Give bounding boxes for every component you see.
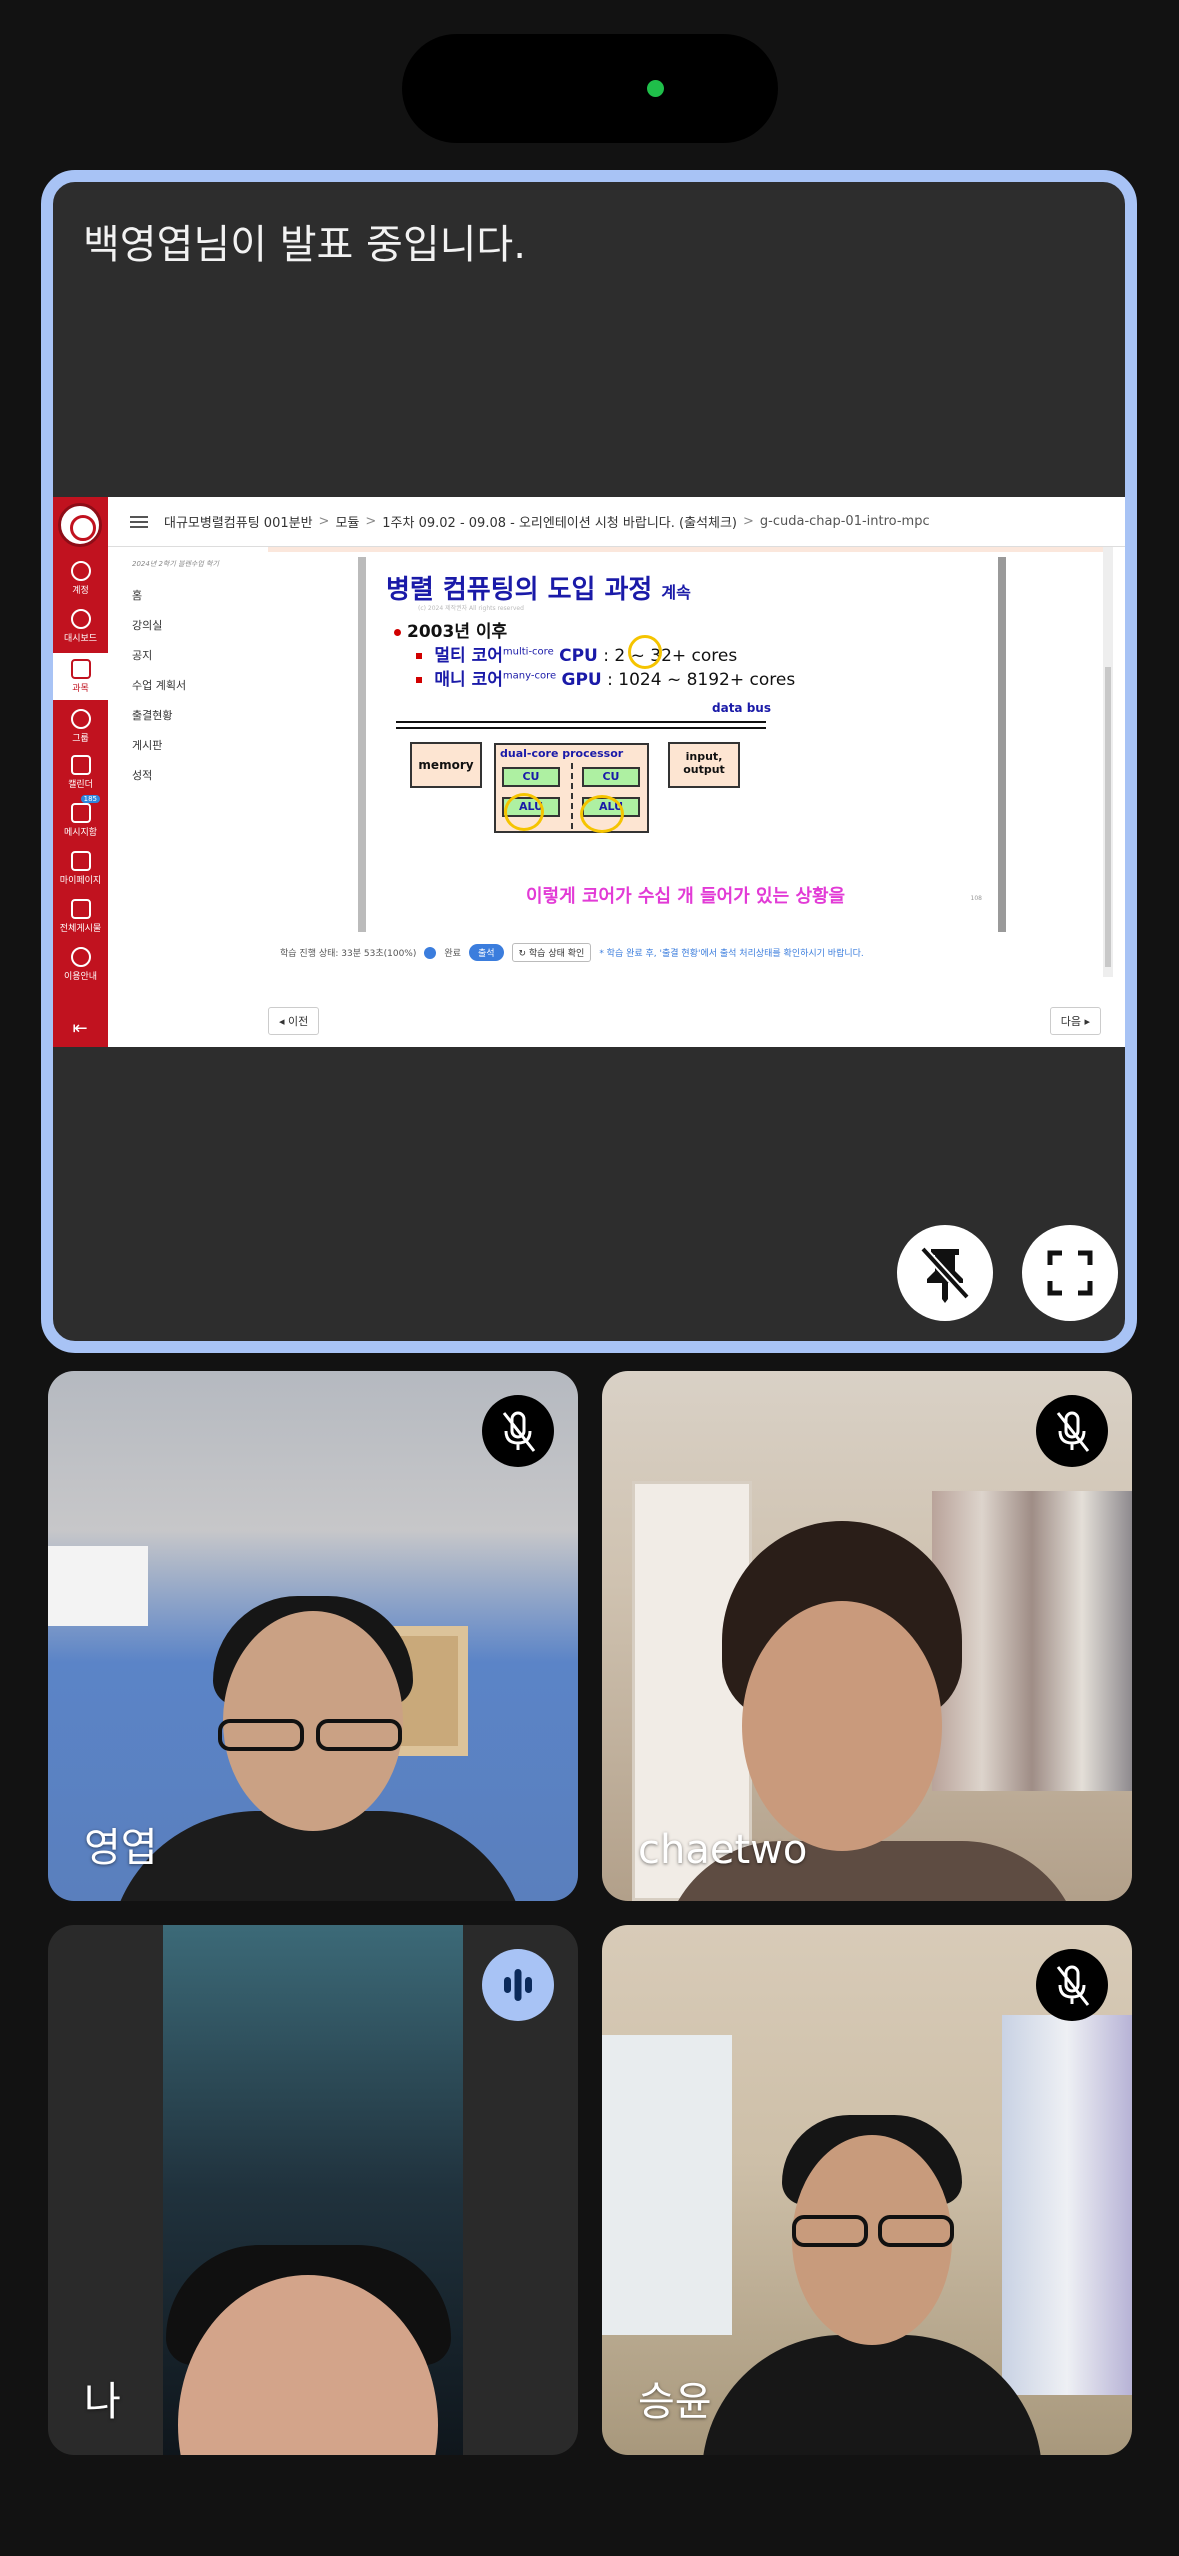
lms-content: 병렬 컴퓨팅의 도입 과정 계속 (c) 2024 제작권자 All right… <box>268 547 1113 1047</box>
sidebar-courses: 과목 <box>53 653 108 700</box>
speaking-indicator-icon <box>482 1949 554 2021</box>
check-status-button: ↻ 학습 상태 확인 <box>511 943 592 962</box>
sidebar-calendar: 캘린더 <box>53 755 108 790</box>
breadcrumb-week: 1주차 09.02 - 09.08 - 오리엔테이션 시청 바랍니다. (출석체… <box>382 516 737 531</box>
sidebar-inbox: 185 메시지함 <box>53 795 108 838</box>
fullscreen-button[interactable] <box>1022 1225 1118 1321</box>
course-nav-board: 게시판 <box>132 739 163 752</box>
io-box: input, output <box>668 742 740 788</box>
sidebar-groups: 그룹 <box>53 709 108 744</box>
university-logo <box>58 503 102 547</box>
calendar-icon <box>70 755 91 775</box>
attendance-pill: 출석 <box>468 944 504 961</box>
learning-status-row: 학습 진행 상태: 33분 53초(100%) 완료 출석 ↻ 학습 상태 확인… <box>280 943 864 962</box>
course-nav-grades: 성적 <box>132 769 153 782</box>
highlight-circle <box>628 635 662 669</box>
posts-icon <box>70 899 91 919</box>
attendance-note: * 학습 완료 후, '출결 현황'에서 출석 처리상태를 확인하시기 바랍니다… <box>599 949 864 959</box>
breadcrumb-item: g-cuda-chap-01-intro-mpc <box>759 514 930 529</box>
cu-unit-1: CU <box>502 767 560 787</box>
processor-box: dual-core processor CU CU ALU ALU <box>494 743 649 833</box>
courses-icon <box>70 659 91 679</box>
progress-text: 학습 진행 상태: 33분 53초(100%) <box>280 949 417 959</box>
fullscreen-icon <box>1047 1250 1093 1296</box>
pin-off-icon <box>920 1246 970 1303</box>
course-nav-home: 홈 <box>132 589 143 602</box>
prev-button: ◂ 이전 <box>268 1007 320 1035</box>
participant-name: 나 <box>84 2379 121 2425</box>
slide-bullet-2003: 2003년 이후 <box>394 617 507 642</box>
term-label: 2024년 2학기 블렌수업 학기 <box>132 560 219 568</box>
course-nav-classroom: 강의실 <box>132 619 163 632</box>
mic-off-icon <box>482 1395 554 1467</box>
complete-text: 완료 <box>444 949 461 959</box>
sidebar-help: 이용안내 <box>53 947 108 982</box>
slide-page-number: 108 <box>970 895 982 902</box>
dynamic-island <box>402 34 778 143</box>
sidebar-posts: 전체게시물 <box>53 899 108 934</box>
cu-unit-2: CU <box>582 767 640 787</box>
groups-icon <box>70 709 91 729</box>
check-icon <box>424 946 437 959</box>
collapse-sidebar-icon: ⇤ <box>72 1018 88 1039</box>
presentation-stage[interactable]: 백영엽님이 발표 중입니다. 계정 대시보드 과목 그룹 캘린더 185 메시지함… <box>41 170 1137 1353</box>
mic-off-icon <box>1036 1395 1108 1467</box>
content-scrollbar <box>1103 547 1113 977</box>
course-nav-syllabus: 수업 계획서 <box>132 679 187 692</box>
lecture-slide: 병렬 컴퓨팅의 도입 과정 계속 (c) 2024 제작권자 All right… <box>358 557 1006 932</box>
sidebar-dashboard: 대시보드 <box>53 609 108 644</box>
participant-name: 승윤 <box>638 2379 712 2425</box>
breadcrumb-modules: 모듈 <box>335 516 360 531</box>
course-nav-notice: 공지 <box>132 649 153 662</box>
lms-breadcrumb: 대규모병렬컴퓨팅 001분반 > 모듈 > 1주차 09.02 - 09.08 … <box>108 497 1125 547</box>
participant-tile[interactable]: 영엽 <box>48 1371 578 1901</box>
participant-tile[interactable]: chaetwo <box>602 1371 1132 1901</box>
slide-bullet-gpu: 매니 코어many-core GPU : 1024 ~ 8192+ cores <box>416 665 795 690</box>
participant-name: chaetwo <box>638 1827 808 1873</box>
slide-title: 병렬 컴퓨팅의 도입 과정 계속 <box>386 575 691 605</box>
inbox-badge: 185 <box>80 795 100 803</box>
course-nav-attendance: 출결현황 <box>132 709 173 722</box>
dashboard-icon <box>70 609 91 629</box>
participant-tile[interactable]: 승윤 <box>602 1925 1132 2455</box>
shared-screen: 계정 대시보드 과목 그룹 캘린더 185 메시지함 마이페이지 전체게시물 이용… <box>53 497 1125 1047</box>
presenting-banner: 백영엽님이 발표 중입니다. <box>83 222 526 268</box>
memory-box: memory <box>410 742 482 788</box>
mic-off-icon <box>1036 1949 1108 2021</box>
slide-copyright: (c) 2024 제작권자 All rights reserved <box>418 605 524 612</box>
unpin-button[interactable] <box>897 1225 993 1321</box>
sidebar-mypage: 마이페이지 <box>53 851 108 886</box>
sidebar-account: 계정 <box>53 561 108 596</box>
menu-icon <box>130 515 148 528</box>
account-icon <box>70 561 91 581</box>
participant-name: 영엽 <box>84 1825 158 1871</box>
breadcrumb-course: 대규모병렬컴퓨팅 001분반 <box>164 516 313 531</box>
inbox-icon <box>70 803 91 823</box>
camera-active-indicator <box>647 80 664 97</box>
participant-tile-self[interactable]: 나 <box>48 1925 578 2455</box>
lms-sidebar: 계정 대시보드 과목 그룹 캘린더 185 메시지함 마이페이지 전체게시물 이용… <box>53 497 108 1047</box>
next-button: 다음 ▸ <box>1049 1007 1101 1035</box>
course-nav: 2024년 2학기 블렌수업 학기 홈 강의실 공지 수업 계획서 출결현황 게… <box>108 547 268 1047</box>
slide-annotation: 이렇게 코어가 수십 개 들어가 있는 상황을 <box>526 886 846 907</box>
mypage-icon <box>70 851 91 871</box>
help-icon <box>70 947 91 967</box>
data-bus-label: data bus <box>712 701 771 715</box>
slide-bullet-cpu: 멀티 코어multi-core CPU : 2 ~ 32+ cores <box>416 641 737 666</box>
